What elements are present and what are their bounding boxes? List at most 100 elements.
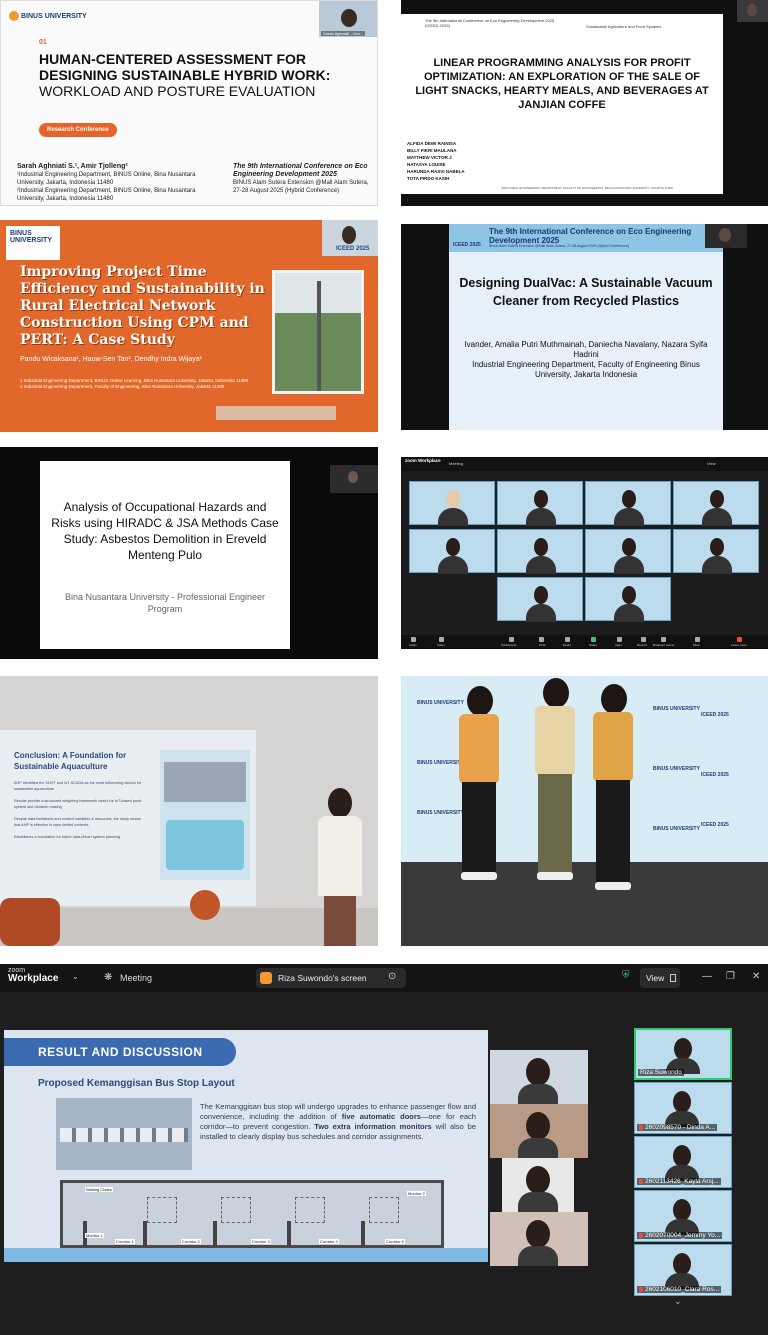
avatar xyxy=(518,1138,558,1158)
participant-tile[interactable] xyxy=(585,577,671,622)
shield-icon[interactable]: ⛨ xyxy=(622,970,630,981)
participant-tile[interactable] xyxy=(497,577,583,622)
participant-tile[interactable] xyxy=(585,481,671,526)
view-button[interactable]: View xyxy=(640,968,680,988)
participant-tile[interactable]: Riza Suwondo xyxy=(634,1028,732,1080)
leave-button[interactable]: Leave room xyxy=(731,643,747,647)
chevron-down-icon[interactable]: ⌄ xyxy=(674,1296,682,1307)
meeting-label[interactable]: Meeting xyxy=(120,973,152,983)
react-icon[interactable] xyxy=(565,637,570,642)
authors: Sarah Aghniati S.¹, Amir Tjolleng² xyxy=(17,163,128,170)
iceed-logo: ICEED 2025 xyxy=(701,712,729,718)
participant-tile[interactable] xyxy=(585,529,671,574)
mic-icon[interactable] xyxy=(411,637,416,642)
share-icon[interactable] xyxy=(591,637,596,642)
binus-logo: BINUS UNIVERSITY xyxy=(9,11,87,21)
zoom-screen-share-tile: zoom Workplace ⌄ ❋ Meeting Riza Suwondo's… xyxy=(0,964,768,1335)
participant-tile[interactable]: 2602113426_Kayla Arsj... xyxy=(634,1136,732,1188)
apps-button[interactable]: Apps xyxy=(615,643,622,647)
participants-icon[interactable] xyxy=(509,637,514,642)
binus-logo: BINUS UNIVERSITY xyxy=(417,700,464,706)
avatar xyxy=(342,226,356,244)
participant-video[interactable] xyxy=(490,1050,588,1104)
participants-button[interactable]: Participants xyxy=(501,643,517,647)
shared-slide: Analysis of Occupational Hazards and Ris… xyxy=(40,461,290,649)
participant-video[interactable] xyxy=(705,224,747,248)
slide-title: Conclusion: A Foundation for Sustainable… xyxy=(14,751,127,771)
close-icon[interactable]: ✕ xyxy=(752,971,760,982)
mic-muted-icon xyxy=(639,1286,643,1292)
avatar xyxy=(526,508,556,526)
binus-logo-icon xyxy=(9,11,19,21)
chat-button[interactable]: Chat xyxy=(539,643,545,647)
participant-name: 2602098570 - Dinda A... xyxy=(637,1124,718,1131)
slide-subtitle: Proposed Kemanggisan Bus Stop Layout xyxy=(38,1078,235,1089)
minimize-icon[interactable]: — xyxy=(702,971,712,982)
zoom-app-name: zoom Workplace xyxy=(405,458,441,463)
slide-footer: INDUSTRIAL ENGINEERING DEPARTMENT, FACUL… xyxy=(501,186,673,190)
avatar xyxy=(446,490,460,508)
plan-label: Monitor 2 xyxy=(407,1191,426,1196)
participant-video[interactable] xyxy=(737,0,768,22)
projected-slide: Conclusion: A Foundation for Sustainable… xyxy=(0,730,256,906)
author-list: ALFIDA DEWI RAINISA BILLY FIKRI MAULANA … xyxy=(407,141,465,181)
electric-pole-photo xyxy=(272,270,364,394)
research-badge: Research Conference xyxy=(39,123,117,137)
avatar xyxy=(614,556,644,574)
participant-video[interactable] xyxy=(490,1104,588,1158)
record-button[interactable]: Record xyxy=(637,643,647,647)
participant-video[interactable]: Sarah Aghniati - Ovo... xyxy=(319,1,377,37)
participant-tile[interactable] xyxy=(409,481,495,526)
video-icon[interactable] xyxy=(439,637,444,642)
aquaculture-illustration xyxy=(160,750,250,880)
maximize-icon[interactable]: ❐ xyxy=(726,971,735,982)
participant-tile[interactable]: 2602106010_Clara Ros... xyxy=(634,1244,732,1296)
conference-place: BINUS Alam Sutera Extension @Mall Alam S… xyxy=(233,180,369,194)
apps-icon[interactable] xyxy=(617,637,622,642)
participant-tile[interactable] xyxy=(673,481,759,526)
participant-video[interactable] xyxy=(502,1158,574,1212)
more-button[interactable]: More xyxy=(693,643,700,647)
presenter xyxy=(312,788,370,946)
view-button[interactable]: View xyxy=(707,461,716,466)
react-button[interactable]: React xyxy=(563,643,571,647)
chat-icon[interactable] xyxy=(539,637,544,642)
plan-label: Corridor 3 xyxy=(251,1239,271,1244)
mic-muted-icon xyxy=(639,1232,643,1238)
participant-tile[interactable] xyxy=(497,529,583,574)
screen-share-indicator[interactable]: Riza Suwondo's screen xyxy=(256,968,406,988)
participant-tile[interactable] xyxy=(497,481,583,526)
avatar xyxy=(614,604,644,622)
avatar xyxy=(348,471,358,483)
leave-icon[interactable] xyxy=(737,637,742,642)
conference-title: The 9th International Conference on Eco … xyxy=(233,163,368,178)
avatar xyxy=(710,538,724,556)
wall-segment xyxy=(287,1221,291,1247)
participant-tile[interactable]: 2602098570 - Dinda A... xyxy=(634,1082,732,1134)
wall-segment xyxy=(361,1221,365,1247)
section-ribbon: RESULT AND DISCUSSION xyxy=(4,1038,236,1066)
participant-tile[interactable]: 2602070004_Jemmy Yo... xyxy=(634,1190,732,1242)
more-icon[interactable] xyxy=(695,637,700,642)
breakout-icon[interactable] xyxy=(661,637,666,642)
record-icon[interactable] xyxy=(641,637,646,642)
iceed-logo: ICEED 2025 xyxy=(701,822,729,828)
participant-video[interactable] xyxy=(490,1212,588,1266)
avatar xyxy=(702,556,732,574)
participant-name: Riza Suwondo xyxy=(638,1069,684,1076)
video-button[interactable]: Video xyxy=(437,643,445,647)
participant-video[interactable]: ICEED 2025 xyxy=(322,220,378,256)
audio-button[interactable]: Audio xyxy=(409,643,417,647)
participant-tile[interactable] xyxy=(409,529,495,574)
institution: Bina Nusantara University - Professional… xyxy=(64,592,266,614)
breakout-button[interactable]: Breakout rooms xyxy=(653,643,674,647)
participant-tile[interactable] xyxy=(673,529,759,574)
participant-video[interactable] xyxy=(330,465,378,493)
carpet xyxy=(401,862,768,946)
share-button[interactable]: Share xyxy=(589,643,597,647)
chevron-down-icon[interactable]: ⌄ xyxy=(72,972,79,981)
slide-tile-linear-programming: The 9th International Conference on Eco … xyxy=(401,0,768,206)
more-options-icon[interactable]: ⊙ xyxy=(388,971,396,982)
avatar xyxy=(673,1145,691,1167)
avatar xyxy=(622,586,636,604)
